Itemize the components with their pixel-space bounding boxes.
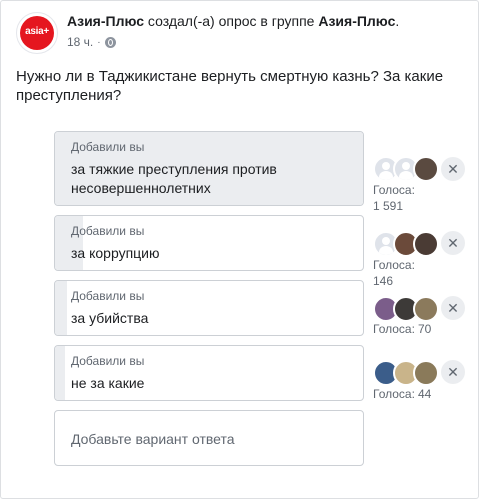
add-option-input[interactable]: Добавьте вариант ответа — [54, 410, 364, 466]
remove-option-button[interactable]: ✕ — [441, 231, 465, 255]
voter-avatar — [413, 231, 439, 257]
poll-question: Нужно ли в Таджикистане вернуть смертную… — [16, 68, 444, 104]
vote-count-4[interactable]: Голоса: 44 — [373, 386, 431, 402]
add-option-placeholder: Добавьте вариант ответа — [71, 431, 235, 447]
option-text: не за какие — [71, 375, 145, 391]
vote-count-3[interactable]: Голоса: 70 — [373, 321, 431, 337]
added-by-label: Добавили вы — [71, 354, 145, 368]
poll-option-2[interactable]: Добавили вы за коррупцию — [54, 215, 364, 271]
poll-option-3[interactable]: Добавили вы за убийства — [54, 280, 364, 336]
voter-avatar — [413, 156, 439, 182]
poll-option-1[interactable]: Добавили вы за тяжкие преступления проти… — [54, 131, 364, 206]
post-header-line: Азия-Плюс создал(-а) опрос в группе Азия… — [67, 13, 400, 29]
added-by-label: Добавили вы — [71, 140, 145, 154]
option-text: за коррупцию — [71, 245, 160, 261]
option-text: за убийства — [71, 310, 149, 326]
vote-count-2[interactable]: Голоса: 146 — [373, 257, 415, 289]
group-link[interactable]: Азия-Плюс — [318, 13, 395, 29]
added-by-label: Добавили вы — [71, 289, 145, 303]
remove-option-button[interactable]: ✕ — [441, 360, 465, 384]
remove-option-button[interactable]: ✕ — [441, 296, 465, 320]
voter-avatars-3[interactable] — [373, 296, 439, 322]
voter-avatar — [413, 360, 439, 386]
option-text: за тяжкие преступления против несовершен… — [71, 161, 277, 196]
remove-option-button[interactable]: ✕ — [441, 157, 465, 181]
voter-avatar — [413, 296, 439, 322]
meta-separator: · — [97, 36, 101, 48]
voter-avatars-2[interactable] — [373, 231, 439, 257]
vote-count-1[interactable]: Голоса: 1 591 — [373, 182, 415, 214]
page-avatar[interactable]: asia+ — [16, 12, 58, 54]
post-meta: 18 ч. · — [67, 35, 116, 49]
logo-text: asia+ — [25, 26, 49, 37]
post-time[interactable]: 18 ч. — [67, 35, 93, 49]
poll-option-4[interactable]: Добавили вы не за какие — [54, 345, 364, 401]
author-link[interactable]: Азия-Плюс — [67, 13, 144, 29]
action-text: создал(-а) опрос в группе — [144, 13, 319, 29]
poll-post-card: asia+ Азия-Плюс создал(-а) опрос в групп… — [0, 0, 479, 499]
voter-avatars-4[interactable] — [373, 360, 439, 386]
voter-avatars-1[interactable] — [373, 156, 439, 182]
added-by-label: Добавили вы — [71, 224, 145, 238]
globe-icon — [104, 36, 116, 48]
